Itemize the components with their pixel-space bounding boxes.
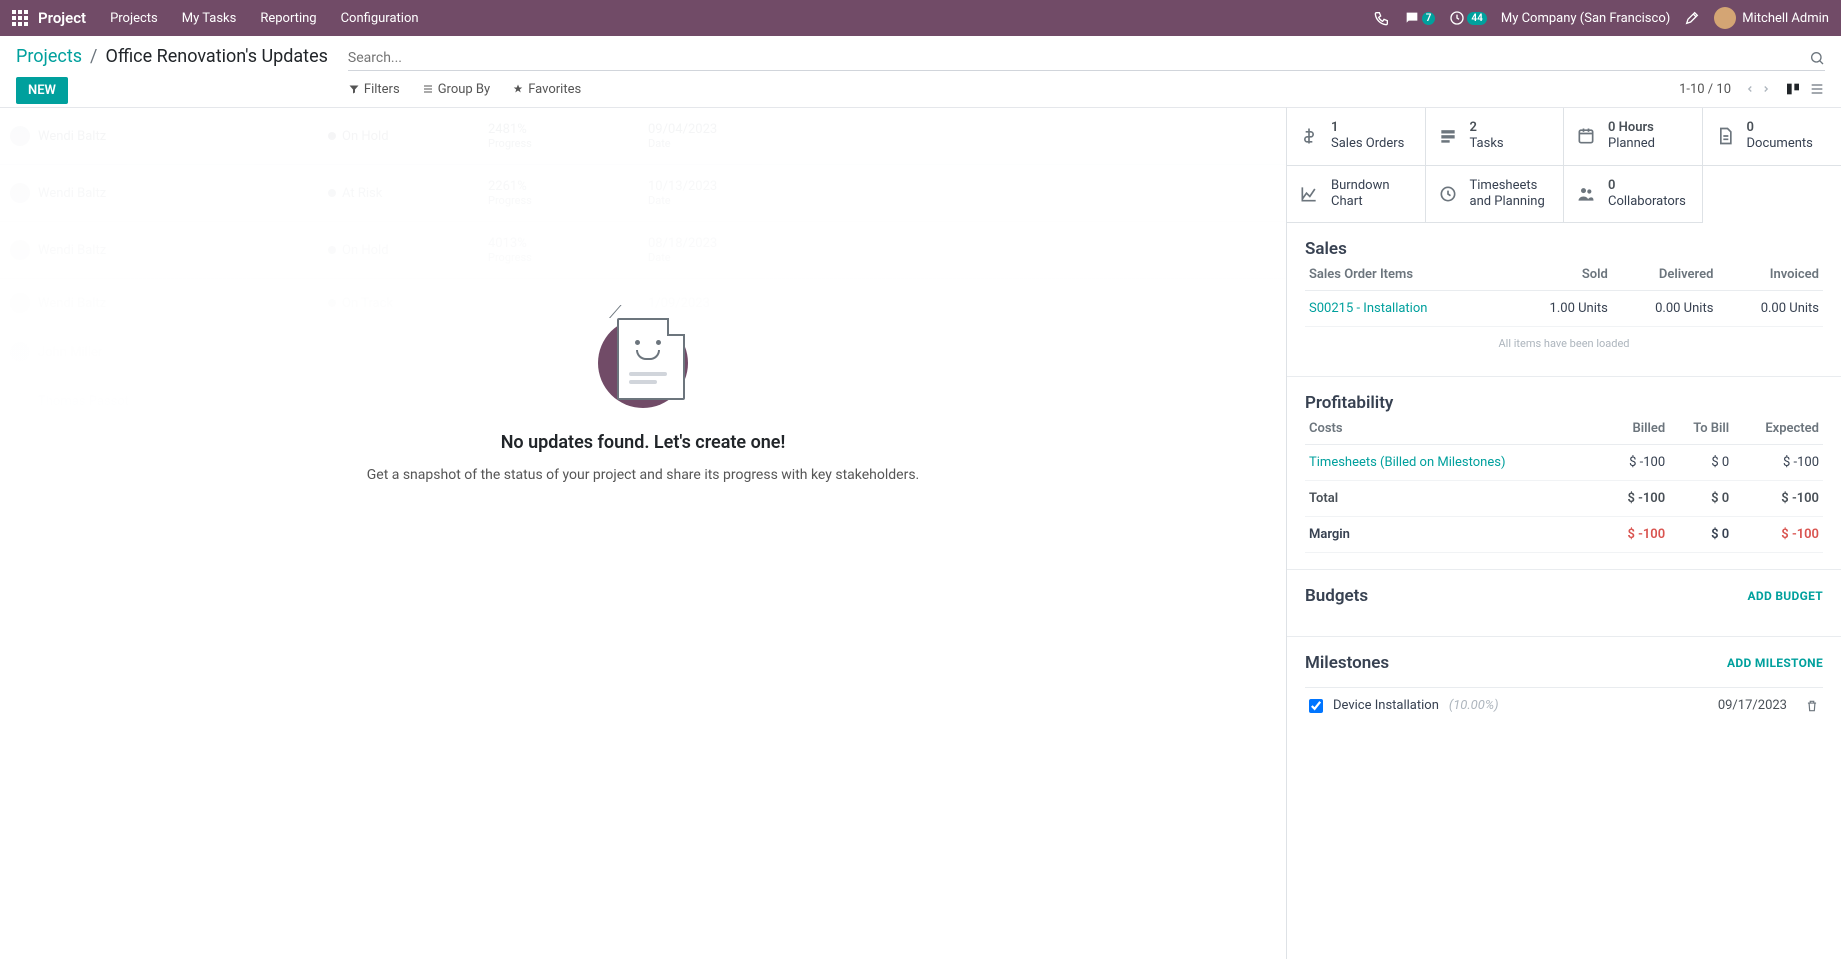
table-row: S00215 - Installation 1.00 Units 0.00 Un… bbox=[1305, 291, 1823, 327]
list-view-icon[interactable] bbox=[1809, 81, 1825, 97]
dollar-icon bbox=[1299, 126, 1321, 146]
empty-subtitle: Get a snapshot of the status of your pro… bbox=[367, 467, 920, 483]
breadcrumb-sep: / bbox=[90, 46, 97, 67]
search-bar bbox=[348, 46, 1825, 71]
stat-burndown[interactable]: BurndownChart bbox=[1287, 166, 1426, 224]
tools-icon[interactable] bbox=[1684, 10, 1700, 26]
th-invoiced: Invoiced bbox=[1717, 259, 1823, 291]
search-controls: Filters Group By Favorites 1-10 / 10 bbox=[348, 71, 1825, 107]
th-billed: Billed bbox=[1603, 413, 1670, 445]
pager-count[interactable]: 1-10 / 10 bbox=[1679, 82, 1731, 97]
empty-title: No updates found. Let's create one! bbox=[501, 432, 786, 453]
user-menu[interactable]: Mitchell Admin bbox=[1714, 7, 1829, 29]
sales-item-link[interactable]: S00215 - Installation bbox=[1305, 291, 1506, 327]
milestones-section: Milestones ADD MILESTONE Device Installa… bbox=[1287, 637, 1841, 739]
milestone-label[interactable]: Device Installation bbox=[1333, 698, 1439, 713]
main: Wendi Baltz On Hold 2481%Progress 09/04/… bbox=[0, 107, 1841, 959]
breadcrumb-root[interactable]: Projects bbox=[16, 46, 82, 67]
nav-right: 7 44 My Company (San Francisco) Mitchell… bbox=[1374, 7, 1829, 29]
favorites-button[interactable]: Favorites bbox=[512, 82, 581, 97]
profitability-table: Costs Billed To Bill Expected Timesheets… bbox=[1305, 413, 1823, 553]
margin-row: Margin $ -100 $ 0 $ -100 bbox=[1305, 517, 1823, 553]
stats-grid: 1Sales Orders 2Tasks 0 HoursPlanned 0Doc… bbox=[1287, 108, 1841, 223]
company-selector[interactable]: My Company (San Francisco) bbox=[1501, 11, 1670, 26]
right-pane: 1Sales Orders 2Tasks 0 HoursPlanned 0Doc… bbox=[1286, 107, 1841, 959]
search-tools: Filters Group By Favorites bbox=[348, 82, 581, 97]
th-delivered: Delivered bbox=[1612, 259, 1718, 291]
sales-title: Sales bbox=[1305, 239, 1823, 259]
milestone-row: Device Installation (10.00%) 09/17/2023 bbox=[1305, 687, 1823, 723]
nav-links: Projects My Tasks Reporting Configuratio… bbox=[110, 11, 418, 26]
clock-badge: 44 bbox=[1467, 12, 1486, 25]
pager-next-icon[interactable] bbox=[1761, 84, 1771, 94]
nav-configuration[interactable]: Configuration bbox=[341, 11, 419, 26]
loaded-message: All items have been loaded bbox=[1305, 327, 1823, 360]
search-input[interactable] bbox=[348, 50, 1809, 66]
th-costs: Costs bbox=[1305, 413, 1603, 445]
clock-icon bbox=[1438, 184, 1460, 204]
nav-my-tasks[interactable]: My Tasks bbox=[182, 11, 237, 26]
stat-hours-planned[interactable]: 0 HoursPlanned bbox=[1564, 108, 1703, 166]
cell-delivered: 0.00 Units bbox=[1612, 291, 1718, 327]
stat-tasks[interactable]: 2Tasks bbox=[1426, 108, 1565, 166]
milestone-checkbox[interactable] bbox=[1309, 699, 1323, 713]
user-name: Mitchell Admin bbox=[1742, 11, 1829, 26]
th-items: Sales Order Items bbox=[1305, 259, 1506, 291]
stat-sales-orders[interactable]: 1Sales Orders bbox=[1287, 108, 1426, 166]
add-milestone-button[interactable]: ADD MILESTONE bbox=[1727, 656, 1823, 670]
pager-prev-icon[interactable] bbox=[1745, 84, 1755, 94]
cell-invoiced: 0.00 Units bbox=[1717, 291, 1823, 327]
avatar bbox=[1714, 7, 1736, 29]
budgets-title: Budgets bbox=[1305, 586, 1368, 606]
profitability-section: Profitability Costs Billed To Bill Expec… bbox=[1287, 377, 1841, 570]
top-nav: Project Projects My Tasks Reporting Conf… bbox=[0, 0, 1841, 36]
milestone-date[interactable]: 09/17/2023 bbox=[1718, 698, 1787, 713]
apps-icon[interactable] bbox=[12, 10, 28, 26]
sales-table: Sales Order Items Sold Delivered Invoice… bbox=[1305, 259, 1823, 327]
stat-documents[interactable]: 0Documents bbox=[1703, 108, 1841, 166]
milestone-percent: (10.00%) bbox=[1449, 698, 1499, 713]
chat-badge: 7 bbox=[1422, 12, 1436, 25]
filters-button[interactable]: Filters bbox=[348, 82, 400, 97]
control-panel: Projects / Office Renovation's Updates N… bbox=[0, 36, 1841, 107]
cp-left: Projects / Office Renovation's Updates N… bbox=[16, 46, 328, 104]
profitability-title: Profitability bbox=[1305, 393, 1823, 413]
clock-icon[interactable]: 44 bbox=[1449, 10, 1486, 26]
kanban-view-icon[interactable] bbox=[1785, 81, 1801, 97]
users-icon bbox=[1576, 184, 1598, 204]
add-budget-button[interactable]: ADD BUDGET bbox=[1748, 589, 1824, 603]
milestones-title: Milestones bbox=[1305, 653, 1389, 673]
groupby-button[interactable]: Group By bbox=[422, 82, 491, 97]
calendar-icon bbox=[1576, 126, 1598, 146]
th-tobill: To Bill bbox=[1669, 413, 1733, 445]
empty-illustration: ⟋ bbox=[593, 308, 693, 408]
timesheets-link[interactable]: Timesheets (Billed on Milestones) bbox=[1305, 445, 1603, 481]
breadcrumb-current: Office Renovation's Updates bbox=[105, 46, 327, 67]
chart-icon bbox=[1299, 184, 1321, 204]
cell-sold: 1.00 Units bbox=[1506, 291, 1612, 327]
search-icon[interactable] bbox=[1809, 50, 1825, 66]
table-row: Timesheets (Billed on Milestones) $ -100… bbox=[1305, 445, 1823, 481]
th-sold: Sold bbox=[1506, 259, 1612, 291]
tasks-icon bbox=[1438, 126, 1460, 146]
app-brand[interactable]: Project bbox=[38, 9, 86, 27]
stat-collaborators[interactable]: 0Collaborators bbox=[1564, 166, 1703, 224]
sales-section: Sales Sales Order Items Sold Delivered I… bbox=[1287, 223, 1841, 377]
total-row: Total $ -100 $ 0 $ -100 bbox=[1305, 481, 1823, 517]
stat-timesheets[interactable]: Timesheetsand Planning bbox=[1426, 166, 1565, 224]
phone-icon[interactable] bbox=[1374, 10, 1390, 26]
document-icon bbox=[1715, 126, 1737, 146]
th-expected: Expected bbox=[1733, 413, 1823, 445]
nav-reporting[interactable]: Reporting bbox=[260, 11, 316, 26]
new-button[interactable]: New bbox=[16, 77, 68, 104]
trash-icon[interactable] bbox=[1805, 699, 1819, 713]
nav-projects[interactable]: Projects bbox=[110, 11, 158, 26]
budgets-section: Budgets ADD BUDGET bbox=[1287, 570, 1841, 637]
empty-state: ⟋ No updates found. Let's create one! Ge… bbox=[0, 108, 1286, 959]
chat-icon[interactable]: 7 bbox=[1404, 10, 1436, 26]
breadcrumb: Projects / Office Renovation's Updates bbox=[16, 46, 328, 67]
pager: 1-10 / 10 bbox=[1679, 81, 1825, 97]
search-panel: Filters Group By Favorites 1-10 / 10 bbox=[348, 46, 1825, 107]
left-pane: Wendi Baltz On Hold 2481%Progress 09/04/… bbox=[0, 107, 1286, 959]
